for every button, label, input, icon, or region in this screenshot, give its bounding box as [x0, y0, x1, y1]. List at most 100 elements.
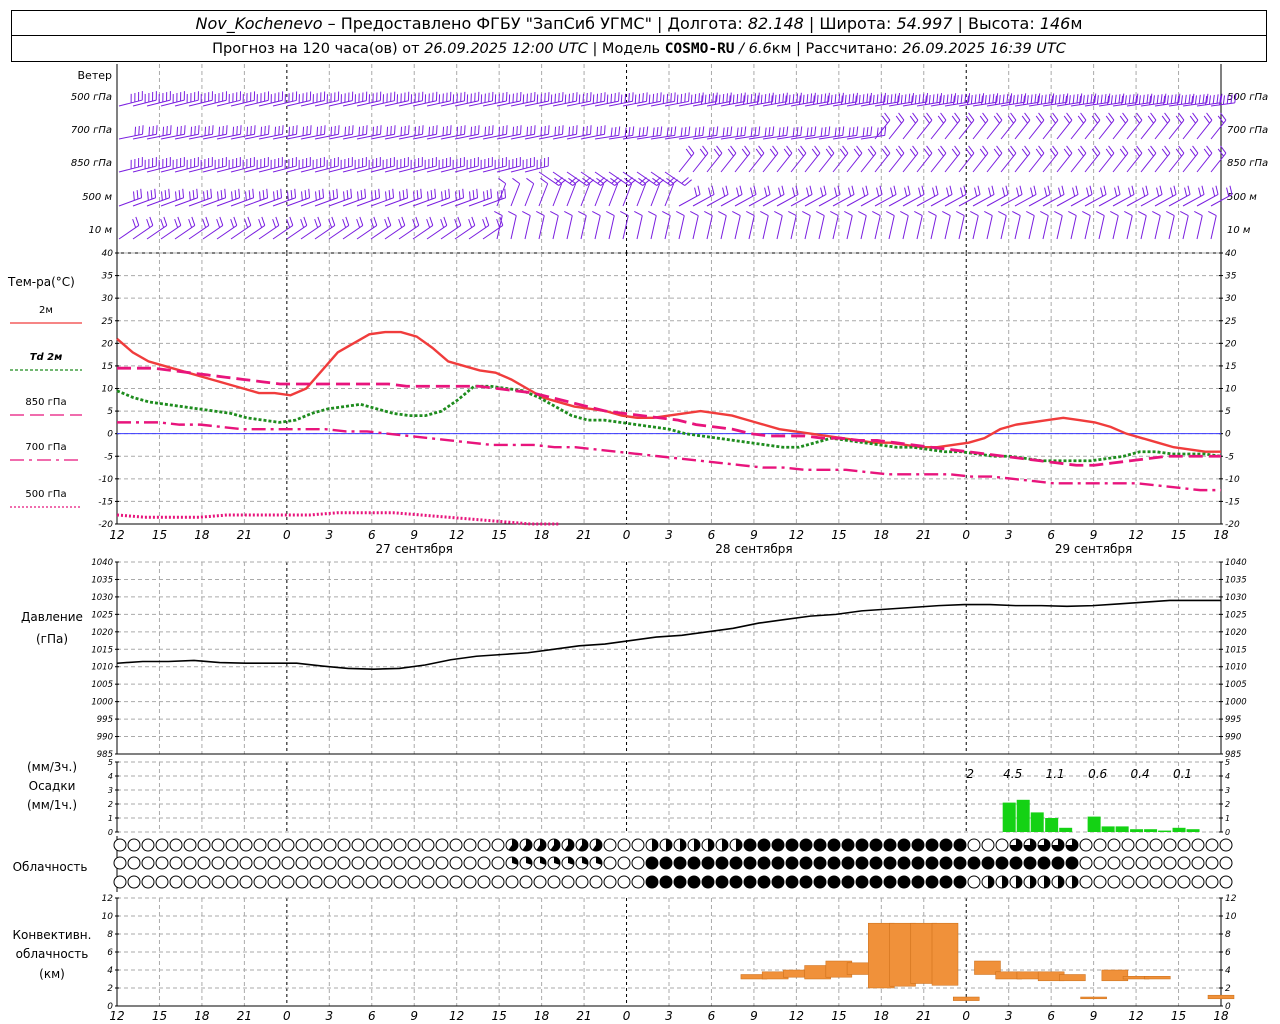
y-tick-right: 3	[1225, 786, 1230, 795]
cloud-symbol	[631, 838, 645, 852]
wind-level-left: 10 м	[89, 225, 113, 236]
wind-barb	[942, 210, 951, 240]
cloud-symbol	[281, 838, 295, 852]
precip-bar	[1016, 799, 1030, 832]
wind-barb	[216, 125, 242, 140]
wind-barb	[1056, 112, 1073, 140]
cloud-symbol	[337, 838, 351, 852]
cloud-symbol	[169, 838, 183, 852]
cloud-symbol	[617, 838, 631, 852]
wind-barb	[398, 188, 423, 207]
y-tick-right: -5	[1225, 452, 1234, 462]
wind-barb	[258, 91, 284, 107]
cloud-symbol	[603, 838, 617, 852]
cloud-symbol-fill	[646, 857, 658, 869]
wind-barb	[860, 145, 877, 173]
y-tick-right: 40	[1225, 249, 1237, 259]
cloud-symbol-fill	[968, 857, 980, 869]
cloud-symbol-fill	[1058, 876, 1064, 888]
precip-bar	[1130, 829, 1144, 832]
cloud-symbol	[603, 856, 617, 870]
wind-barb	[398, 125, 424, 140]
wind-barb	[342, 125, 368, 140]
wind-barb	[118, 216, 140, 240]
wind-barb	[972, 145, 989, 173]
wind-barb	[1012, 210, 1021, 240]
wind-barb	[1042, 112, 1059, 140]
y-tick-right: 0	[1225, 430, 1231, 440]
x-tick-label: 15	[492, 1009, 507, 1023]
cloud-symbol-fill	[856, 839, 868, 851]
cloud-symbol	[113, 856, 127, 870]
wind-barb	[174, 91, 199, 107]
wind-barb	[762, 145, 779, 173]
wind-barb	[230, 125, 256, 140]
x-tick-label: 0	[283, 1009, 291, 1023]
wind-barb	[412, 91, 438, 107]
x-tick-label: 6	[368, 1009, 376, 1023]
cloud-symbol-fill	[926, 839, 938, 851]
cloud-symbol	[1163, 875, 1177, 889]
cloud-symbol	[1177, 838, 1191, 852]
wind-barb	[538, 125, 564, 140]
y-tick-left: 5	[108, 758, 113, 767]
cloud-symbol	[1191, 875, 1205, 889]
cloud-symbol-fill	[722, 839, 728, 851]
y-tick-right: 20	[1225, 339, 1237, 349]
y-tick-left: 4	[107, 966, 113, 976]
cloud-symbol-fill	[856, 857, 868, 869]
temp-series-line	[116, 511, 559, 526]
cloud-symbol	[1121, 875, 1135, 889]
cloud-symbol-fill	[982, 857, 994, 869]
wind-barb	[1154, 112, 1171, 140]
y-tick-right: 2	[1225, 984, 1231, 994]
cloud-symbol-fill	[1002, 876, 1008, 888]
y-tick-right: 6	[1225, 948, 1231, 958]
wind-barb	[454, 91, 480, 107]
wind-barb	[1140, 145, 1157, 173]
y-tick-left: 30	[102, 294, 114, 304]
x-tick-label: 12	[789, 1009, 804, 1023]
wind-barb	[300, 188, 325, 207]
x-tick-label: 6	[708, 528, 716, 542]
cloud-symbol-fill	[716, 857, 728, 869]
cloud-symbol-fill	[674, 876, 686, 888]
wind-barb	[286, 157, 311, 173]
cloud-symbol-fill	[772, 839, 784, 851]
temp-legend-label: Td 2м	[30, 352, 63, 363]
cloud-symbol	[351, 856, 365, 870]
wind-barb	[564, 210, 573, 240]
cloud-symbol	[267, 838, 281, 852]
y-tick-right: 10	[1225, 385, 1237, 395]
cloud-symbol-fill	[660, 876, 672, 888]
y-tick-left: 3	[108, 786, 113, 795]
cloud-symbol	[421, 838, 435, 852]
wind-barb	[900, 210, 909, 240]
wind-barb	[1096, 210, 1105, 240]
wind-barb	[258, 188, 283, 207]
cloud-symbol	[211, 875, 225, 889]
precip-bar	[1115, 826, 1129, 832]
wind-barb	[538, 92, 564, 107]
wind-barb	[216, 91, 242, 107]
wind-barb	[370, 125, 396, 140]
cloud-symbol-fill	[800, 876, 812, 888]
wind-barb	[426, 188, 451, 207]
cloud-symbol	[1149, 856, 1163, 870]
cloud-symbol	[379, 875, 393, 889]
x-tick-label: 0	[962, 1009, 970, 1023]
cloud-symbol	[449, 856, 463, 870]
wind-barb	[160, 157, 185, 173]
wind-barb	[972, 112, 989, 140]
cloud-symbol	[1191, 856, 1205, 870]
y-tick-left: 1005	[91, 680, 113, 690]
y-tick-left: 0	[107, 430, 113, 440]
precip-total: 2	[966, 767, 974, 781]
cloud-symbol	[519, 875, 533, 889]
wind-barb	[314, 188, 339, 207]
cloud-symbol	[197, 875, 211, 889]
y-tick-right: 995	[1225, 715, 1241, 725]
wind-level-right: 500 гПа	[1227, 92, 1268, 103]
wind-barb	[1140, 93, 1167, 107]
wind-barb	[804, 145, 821, 173]
